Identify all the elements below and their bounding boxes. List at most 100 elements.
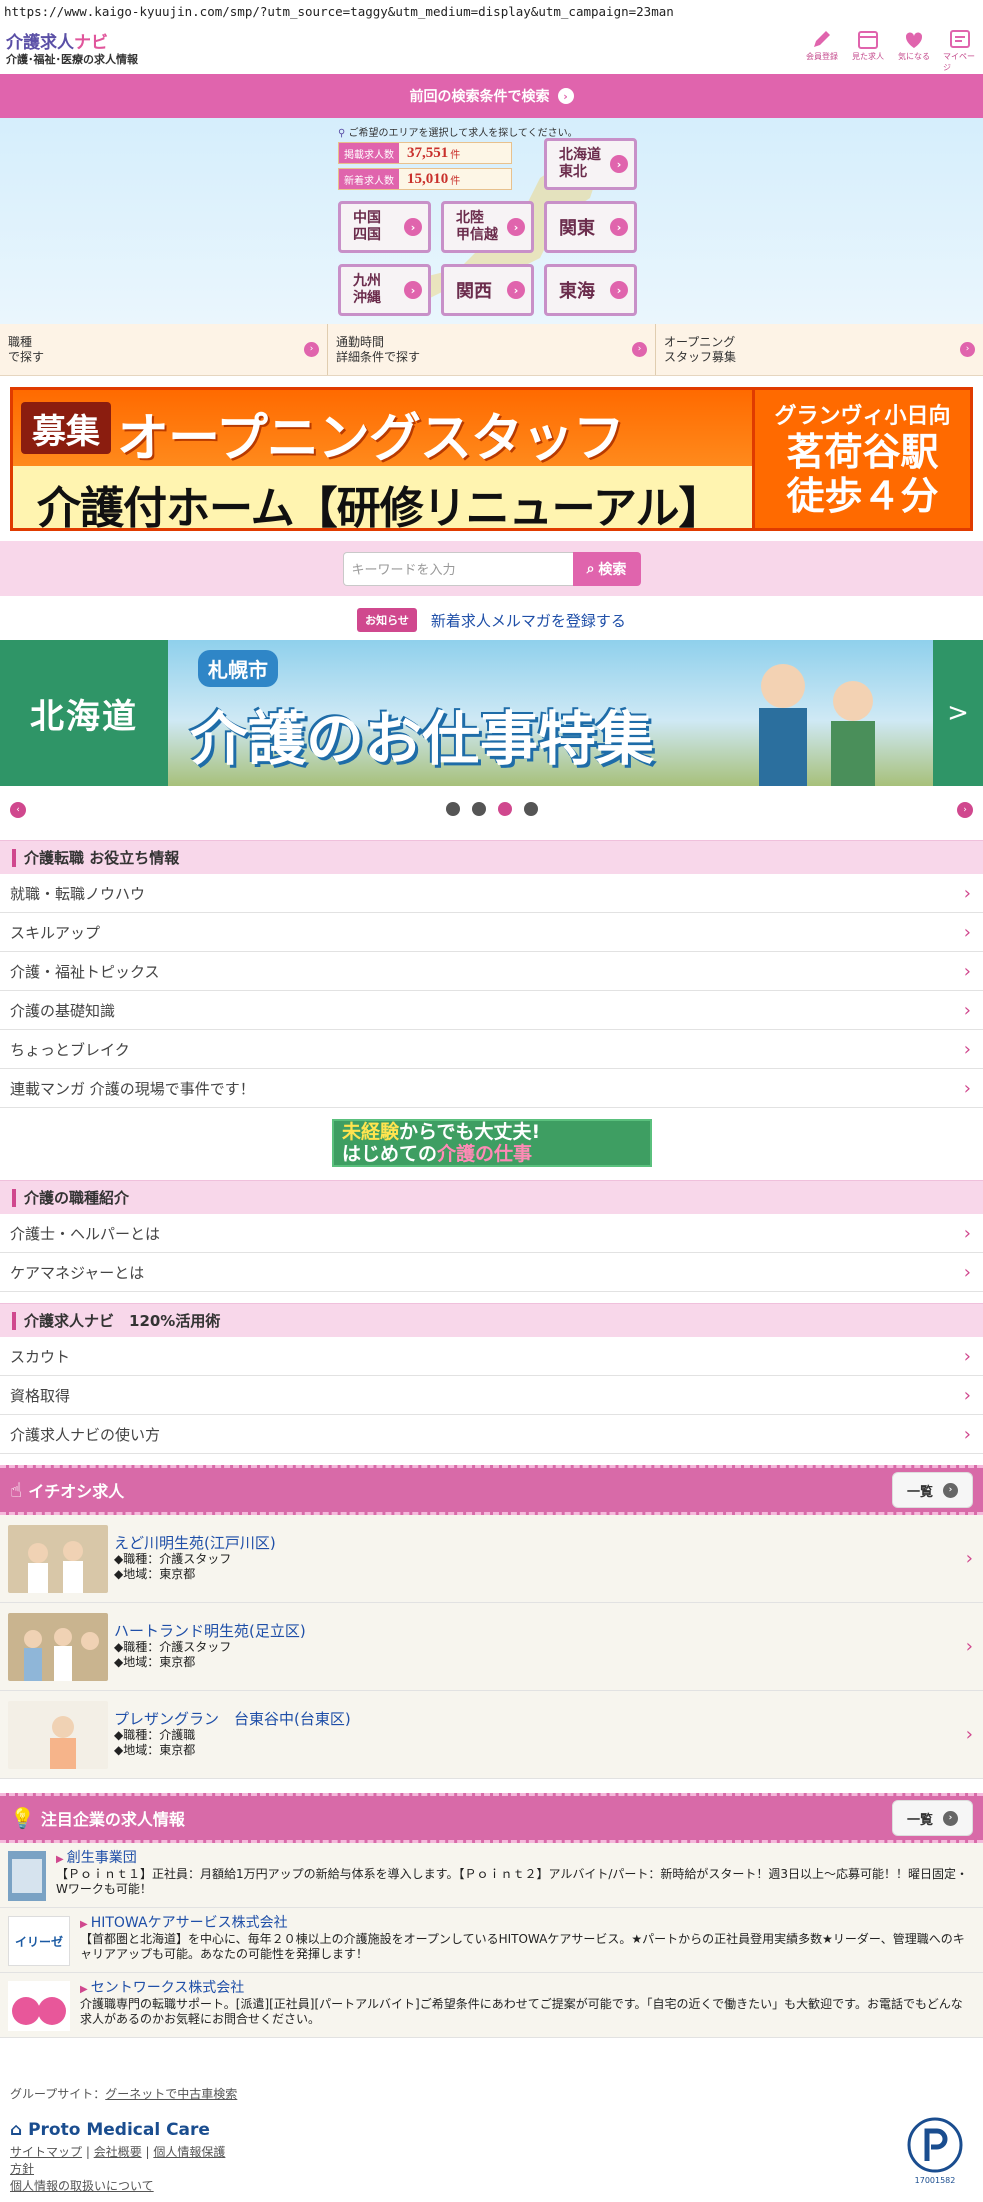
list-item[interactable]: 介護・福祉トピックス › (0, 952, 983, 991)
pager-dot[interactable] (471, 802, 486, 816)
pager-dot[interactable] (523, 802, 538, 816)
search-by-job-type[interactable]: 職種 で探す › (0, 324, 328, 375)
chevron-right-icon: › (963, 999, 971, 1021)
company-item[interactable]: ▶ 創生事業団 【Ｐｏｉｎｔ１】正社員：月額給1万円アップの新給与体系を導入します。… (0, 1843, 983, 1908)
privacy-policy-link[interactable]: 個人情報保護 (153, 2145, 225, 2159)
chevron-right-icon: › (404, 218, 422, 236)
job-item[interactable]: えど川明生苑(江戸川区) ◆職種：介護スタッフ ◆地域：東京都 › (0, 1515, 983, 1603)
logo-title-b: ナビ (74, 32, 108, 53)
featured-jobs-list-button[interactable]: 一覧 › (891, 1472, 973, 1508)
chevron-right-icon: › (960, 342, 975, 357)
search-button[interactable]: ⌕ 検索 (572, 551, 641, 586)
company-name-link[interactable]: セントワークス株式会社 (91, 1980, 245, 1996)
keyword-input[interactable]: キーワードを入力 (342, 551, 573, 586)
region-tokai[interactable]: 東海 › (544, 264, 637, 316)
job-photo (8, 1524, 108, 1593)
list-item[interactable]: 就職・転職ノウハウ › (0, 874, 983, 913)
list-item[interactable]: 介護求人ナビの使い方 › (0, 1415, 983, 1454)
job-item[interactable]: ハートランド明生苑(足立区) ◆職種：介護スタッフ ◆地域：東京都 › (0, 1603, 983, 1691)
chevron-right-icon: › (963, 921, 971, 943)
slider-prev-button[interactable]: ‹ (10, 802, 26, 818)
chevron-right-icon: › (963, 1423, 971, 1445)
total-jobs-stat: 掲載求人数 37,551 件 (338, 142, 512, 164)
privacy-mark-icon (907, 2117, 963, 2173)
group-site-link[interactable]: グーネットで中古車検索 (105, 2087, 237, 2101)
region-hint: ⚲ ご希望のエリアを選択して求人を探してください。 (338, 128, 578, 139)
privacy-mark[interactable]: 17001582 (905, 2117, 965, 2185)
privacy-policy-link-cont[interactable]: 方針 (10, 2162, 34, 2176)
list-item[interactable]: スキルアップ › (0, 913, 983, 952)
company-logo: イリーゼ (8, 1916, 70, 1966)
company-logo (8, 1981, 70, 2031)
newsletter-link[interactable]: 新着求人メルマガを登録する (431, 610, 626, 631)
list-item[interactable]: 介護の基礎知識 › (0, 991, 983, 1030)
company-item[interactable]: イリーゼ ▶ HITOWAケアサービス株式会社 【首都圏と北海道】を中心に、毎年２０… (0, 1908, 983, 1973)
member-register-button[interactable]: 会員登録 (805, 27, 839, 73)
logo-subtitle: 介護･福祉･医療の求人情報 (6, 52, 138, 66)
region-kyushu-okinawa[interactable]: 九州 沖縄 › (338, 264, 431, 316)
job-item[interactable]: プレザングラン 台東谷中(台東区) ◆職種：介護職 ◆地域：東京都 › (0, 1691, 983, 1779)
footer: グループサイト：グーネットで中古車検索 ⌂ Proto Medical Care… (0, 2073, 983, 2202)
company-name-link[interactable]: HITOWAケアサービス株式会社 (91, 1915, 288, 1931)
pager-dot-active[interactable] (497, 802, 512, 816)
search-type-links: 職種 で探す › 通勤時間 詳細条件で探す › オープニング スタッフ募集 › (0, 324, 983, 376)
list-item[interactable]: 資格取得 › (0, 1376, 983, 1415)
region-chugoku-shikoku[interactable]: 中国 四国 › (338, 201, 431, 253)
list-item[interactable]: 介護士・ヘルパーとは › (0, 1214, 983, 1253)
company-name-link[interactable]: 創生事業団 (67, 1850, 137, 1866)
beginner-banner[interactable]: 未経験からでも大丈夫! はじめての介護の仕事 (332, 1119, 652, 1167)
region-kanto[interactable]: 関東 › (544, 201, 637, 253)
banner-walk: 徒歩４分 (786, 474, 939, 518)
viewed-jobs-button[interactable]: 見た求人 (851, 27, 885, 73)
chevron-right-icon: › (965, 1724, 973, 1745)
pin-icon: ⚲ (338, 128, 346, 139)
slider-next-small-button[interactable]: › (957, 802, 973, 818)
triangle-icon: ▶ (56, 1854, 64, 1865)
company-logo[interactable]: ⌂ Proto Medical Care (10, 2120, 973, 2140)
banner-facility: グランヴィ小日向 (774, 404, 951, 429)
company-logo (8, 1851, 46, 1901)
logo-title-a: 介護求人 (6, 32, 74, 53)
about-link[interactable]: 会社概要 (94, 2145, 142, 2159)
slider-next-button[interactable]: > (933, 640, 983, 786)
list-item[interactable]: ケアマネジャーとは › (0, 1253, 983, 1292)
chevron-right-icon: › (943, 1810, 958, 1826)
pager-dot[interactable] (445, 802, 460, 816)
search-by-commute[interactable]: 通勤時間 詳細条件で探す › (328, 324, 656, 375)
chevron-right-icon: › (557, 88, 574, 104)
chevron-right-icon: › (304, 342, 319, 357)
region-hokuriku-koshinetsu[interactable]: 北陸 甲信越 › (441, 201, 534, 253)
banner-boshu: 募集 (21, 402, 111, 454)
mypage-icon (950, 30, 970, 48)
mypage-button[interactable]: マイページ (943, 27, 977, 73)
companies-list-button[interactable]: 一覧 › (891, 1800, 973, 1836)
sitemap-link[interactable]: サイトマップ (10, 2145, 82, 2159)
region-hokkaido-tohoku[interactable]: 北海道 東北 › (544, 138, 637, 190)
list-item[interactable]: ちょっとブレイク › (0, 1030, 983, 1069)
company-item[interactable]: ▶ セントワークス株式会社 介護職専門の転職サポート。[派遣][正社員][パートアル… (0, 1973, 983, 2038)
chevron-right-icon: › (943, 1482, 958, 1498)
job-name-link[interactable]: えど川明生苑(江戸川区) (114, 1534, 276, 1552)
job-name-link[interactable]: プレザングラン 台東谷中(台東区) (114, 1710, 351, 1728)
chevron-right-icon: › (963, 1261, 971, 1283)
privacy-handling-link[interactable]: 個人情報の取扱いについて (10, 2179, 154, 2193)
list-item[interactable]: スカウト › (0, 1337, 983, 1376)
search-icon: ⌕ (586, 560, 595, 577)
site-logo[interactable]: 介護求人ナビ 介護･福祉･医療の求人情報 (6, 32, 138, 67)
job-photo (8, 1700, 108, 1769)
job-name-link[interactable]: ハートランド明生苑(足立区) (114, 1622, 306, 1640)
slider-region-label: 北海道 (30, 696, 138, 737)
section-title: 介護求人ナビ 120%活用術 (0, 1303, 983, 1337)
opening-staff-link[interactable]: オープニング スタッフ募集 › (656, 324, 983, 375)
feature-slider[interactable]: 北海道 札幌市 介護のお仕事特集 > (0, 640, 983, 786)
calendar-icon (858, 31, 878, 49)
favorites-button[interactable]: 気になる (897, 27, 931, 73)
new-jobs-stat: 新着求人数 15,010 件 (338, 168, 512, 190)
list-item[interactable]: 連載マンガ 介護の現場で事件です！ › (0, 1069, 983, 1108)
chevron-right-icon: › (507, 281, 525, 299)
last-search-button[interactable]: 前回の検索条件で検索 › (0, 74, 983, 118)
region-kansai[interactable]: 関西 › (441, 264, 534, 316)
opening-staff-banner[interactable]: 募集 オープニングスタッフ 介護付ホーム【研修リニューアル】 グランヴィ小日向 … (10, 387, 973, 534)
region-selector: ⚲ ご希望のエリアを選択して求人を探してください。 掲載求人数 37,551 件… (0, 118, 983, 324)
chevron-right-icon: › (610, 218, 628, 236)
